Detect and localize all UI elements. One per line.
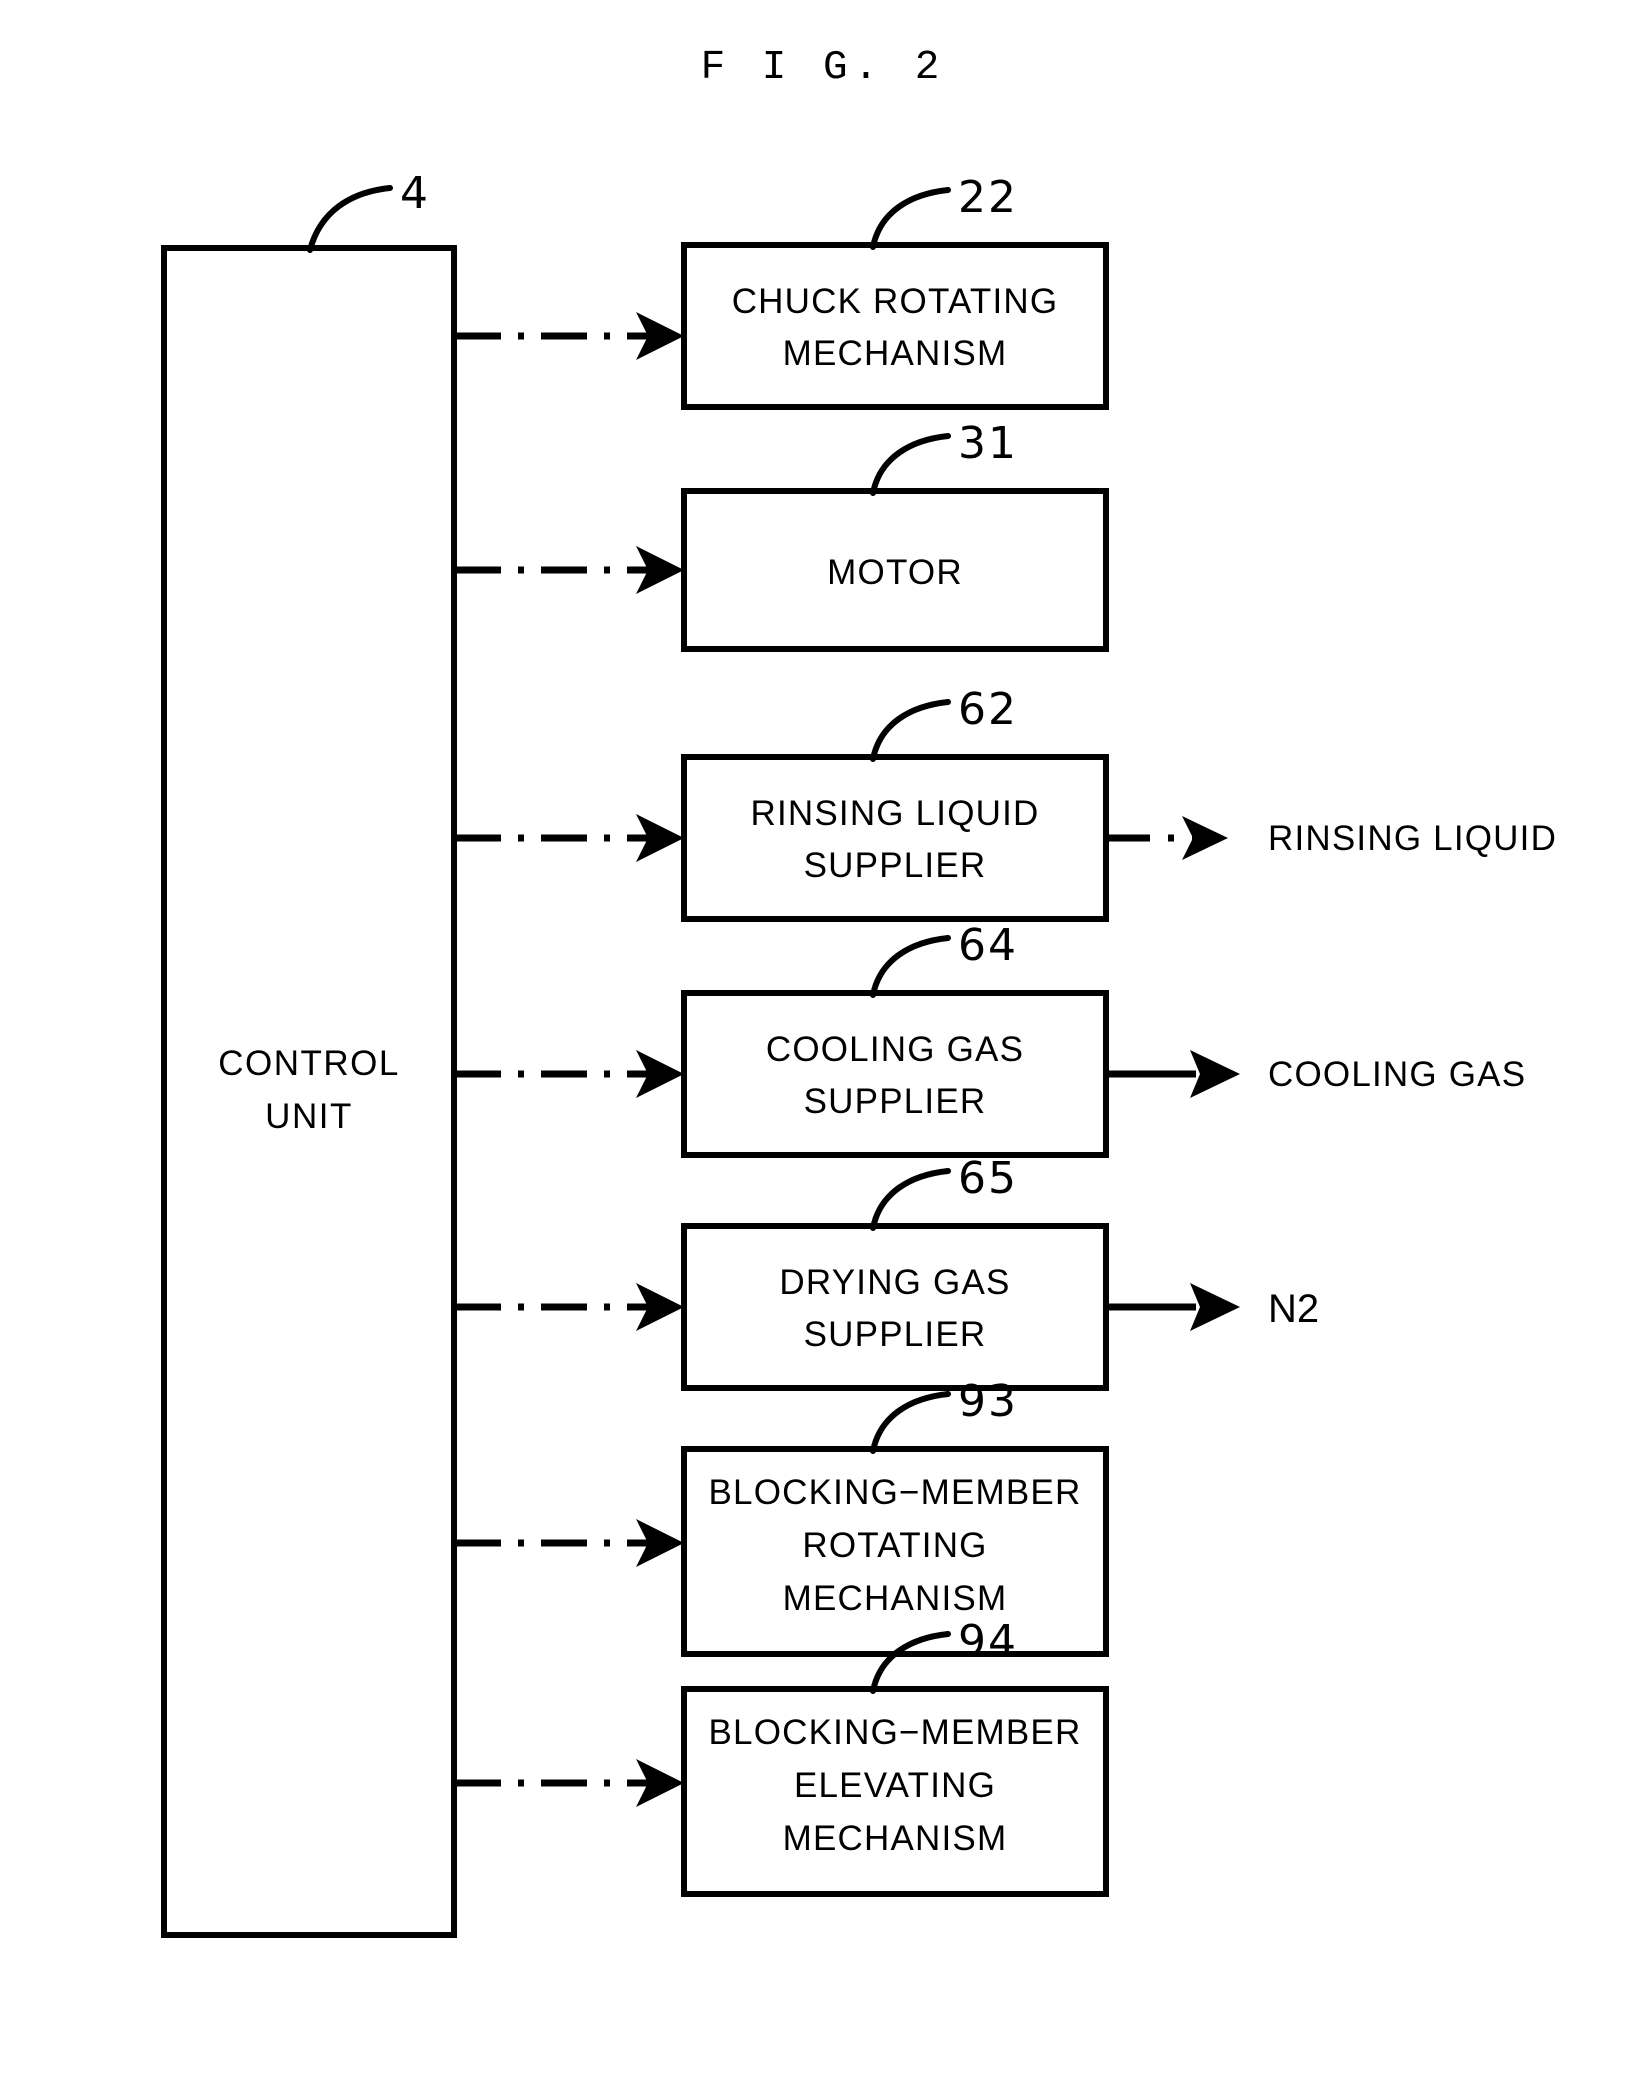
blocking-member-rotating-mechanism-leader-line: [870, 1391, 951, 1454]
rinsing-liquid-supplier-ref-number: 62: [958, 684, 1018, 735]
chuck-rotating-mechanism-label-line2: MECHANISM: [783, 334, 1008, 373]
chuck-rotating-mechanism-leader-line: [870, 187, 951, 250]
output-label-rinsing-liquid: RINSING LIQUID: [1268, 819, 1557, 858]
chuck-rotating-mechanism-ref-number: 22: [958, 172, 1018, 223]
blocking-member-elevating-mechanism-label-line2: ELEVATING: [794, 1766, 996, 1805]
arrowhead-output-rinsing-liquid: [1182, 816, 1228, 860]
output-label-n2: N2: [1268, 1287, 1319, 1331]
block-blocking-member-rotating-mechanism: 93 BLOCKING−MEMBER ROTATING MECHANISM: [455, 1376, 1109, 1657]
blocking-member-elevating-mechanism-leader-line: [870, 1631, 951, 1694]
output-label-cooling-gas: COOLING GAS: [1268, 1055, 1526, 1094]
figure-canvas: F I G. 2 4 CONTROL UNIT 22 CHUCK ROTATIN…: [161, 45, 1557, 1938]
chuck-rotating-mechanism-box: [681, 242, 1109, 410]
figure-title: F I G. 2: [701, 45, 946, 91]
cooling-gas-supplier-leader-line: [870, 935, 951, 998]
blocking-member-elevating-mechanism-label-line1: BLOCKING−MEMBER: [709, 1713, 1082, 1752]
drying-gas-supplier-leader-line: [870, 1168, 951, 1231]
blocking-member-rotating-mechanism-label-line2: ROTATING: [802, 1526, 987, 1565]
control-unit-block: 4 CONTROL UNIT: [161, 168, 457, 1938]
block-motor: 31 MOTOR: [455, 418, 1109, 652]
cooling-gas-supplier-box: [681, 990, 1109, 1158]
cooling-gas-supplier-label-line2: SUPPLIER: [804, 1082, 987, 1121]
block-chuck-rotating-mechanism: 22 CHUCK ROTATING MECHANISM: [455, 172, 1109, 410]
patent-figure: F I G. 2 4 CONTROL UNIT 22 CHUCK ROTATIN…: [0, 0, 1646, 2077]
blocking-member-elevating-mechanism-label-line3: MECHANISM: [783, 1819, 1008, 1858]
rinsing-liquid-supplier-box: [681, 754, 1109, 922]
blocking-member-rotating-mechanism-ref-number: 93: [958, 1376, 1018, 1427]
rinsing-liquid-supplier-label-line2: SUPPLIER: [804, 846, 987, 885]
block-rinsing-liquid-supplier: 62 RINSING LIQUID SUPPLIER RINSING LIQUI…: [455, 684, 1557, 922]
motor-leader-line: [870, 433, 951, 496]
cooling-gas-supplier-label-line1: COOLING GAS: [766, 1030, 1024, 1069]
motor-ref-number: 31: [958, 418, 1018, 469]
blocking-member-rotating-mechanism-label-line3: MECHANISM: [783, 1579, 1008, 1618]
rinsing-liquid-supplier-leader-line: [870, 699, 951, 762]
cooling-gas-supplier-ref-number: 64: [958, 920, 1018, 971]
drying-gas-supplier-box: [681, 1223, 1109, 1391]
arrowhead-output-cooling-gas: [1190, 1050, 1240, 1098]
blocking-member-elevating-mechanism-ref-number: 94: [958, 1616, 1018, 1667]
control-unit-leader-line: [307, 185, 393, 253]
control-unit-label-line1: CONTROL: [218, 1044, 400, 1083]
control-unit-label-line2: UNIT: [265, 1097, 353, 1136]
block-drying-gas-supplier: 65 DRYING GAS SUPPLIER N2: [455, 1153, 1319, 1391]
blocking-member-rotating-mechanism-label-line1: BLOCKING−MEMBER: [709, 1473, 1082, 1512]
drying-gas-supplier-ref-number: 65: [958, 1153, 1018, 1204]
chuck-rotating-mechanism-label-line1: CHUCK ROTATING: [732, 282, 1059, 321]
block-cooling-gas-supplier: 64 COOLING GAS SUPPLIER COOLING GAS: [455, 920, 1526, 1158]
drying-gas-supplier-label-line1: DRYING GAS: [779, 1263, 1010, 1302]
rinsing-liquid-supplier-label-line1: RINSING LIQUID: [750, 794, 1039, 833]
control-unit-box: [161, 245, 457, 1938]
block-blocking-member-elevating-mechanism: 94 BLOCKING−MEMBER ELEVATING MECHANISM: [455, 1616, 1109, 1897]
motor-label-line1: MOTOR: [827, 553, 963, 592]
drying-gas-supplier-label-line2: SUPPLIER: [804, 1315, 987, 1354]
control-unit-ref-number: 4: [400, 168, 430, 219]
arrowhead-output-n2: [1190, 1283, 1240, 1331]
